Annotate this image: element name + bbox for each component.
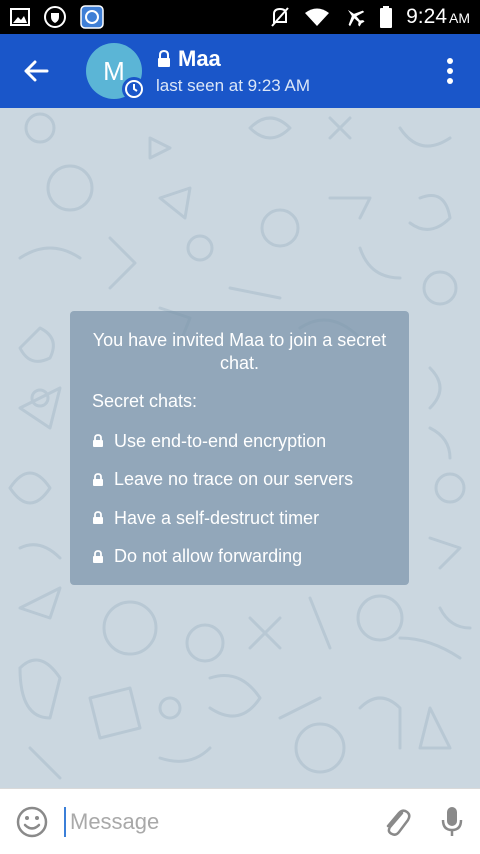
shield-icon — [44, 6, 66, 28]
arrow-left-icon — [24, 60, 49, 82]
more-vert-icon — [447, 58, 453, 84]
secret-chat-heading: Secret chats: — [92, 391, 198, 411]
wifi-icon — [304, 7, 330, 27]
attach-button[interactable] — [370, 789, 424, 854]
message-input[interactable] — [64, 806, 370, 837]
lock-icon — [92, 434, 114, 448]
back-button[interactable] — [0, 34, 72, 108]
list-item: Do not allow forwarding — [92, 538, 387, 577]
smile-icon — [16, 806, 48, 837]
list-item: Use end-to-end encryption — [92, 422, 387, 461]
chat-title: Maa — [178, 46, 221, 71]
battery-icon — [380, 6, 393, 28]
secret-chat-intro: You have invited Maa to join a secret ch… — [92, 330, 387, 373]
message-composer — [0, 788, 480, 854]
feature-label: Use end-to-end encryption — [114, 430, 327, 451]
secret-chat-info-card: You have invited Maa to join a secret ch… — [70, 311, 409, 585]
emoji-button[interactable] — [0, 789, 64, 854]
microphone-button[interactable] — [424, 789, 480, 854]
chat-messages-area[interactable]: You have invited Maa to join a secret ch… — [0, 108, 480, 788]
list-item: Leave no trace on our servers — [92, 461, 387, 500]
chat-info[interactable]: Maa last seen at 9:23 AM — [156, 46, 310, 96]
lock-icon — [92, 549, 114, 564]
image-icon — [10, 8, 30, 26]
more-options-button[interactable] — [420, 34, 480, 108]
avatar[interactable]: M — [86, 43, 146, 101]
list-item: Have a self-destruct timer — [92, 499, 387, 538]
status-time: 9:24 AM — [406, 5, 470, 28]
microphone-icon — [441, 806, 463, 836]
feature-label: Leave no trace on our servers — [114, 469, 354, 490]
feature-label: Do not allow forwarding — [114, 546, 303, 567]
chat-header: M Maa last seen at 9:23 AM — [0, 34, 480, 108]
status-bar: 9:24 AM — [0, 0, 480, 34]
lock-icon — [158, 50, 170, 67]
paperclip-icon — [386, 808, 411, 836]
feature-label: Have a self-destruct timer — [114, 507, 320, 528]
lock-icon — [92, 472, 114, 487]
airplane-icon — [344, 6, 366, 28]
lock-icon — [92, 511, 114, 525]
clock-icon — [122, 77, 146, 101]
secret-chat-features: Use end-to-end encryption Leave no trace… — [92, 422, 387, 576]
last-seen-status: last seen at 9:23 AM — [156, 76, 311, 95]
mute-icon — [270, 6, 290, 28]
app-icon — [80, 5, 104, 29]
